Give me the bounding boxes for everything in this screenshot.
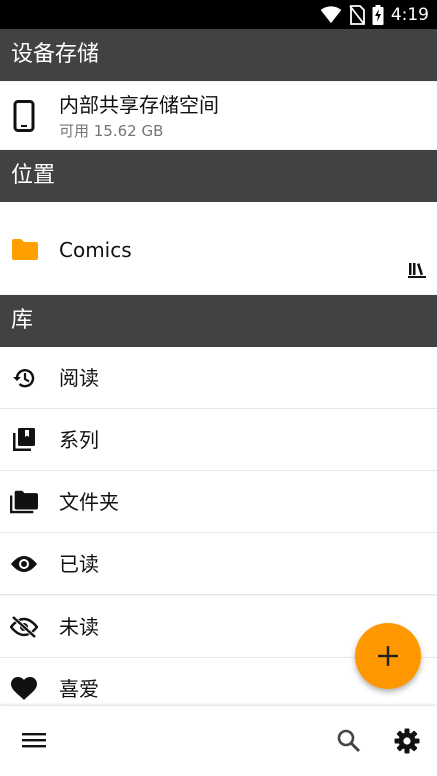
- library-item-label: 系列: [59, 428, 99, 452]
- heart-icon: [11, 677, 37, 700]
- no-sim-icon: [349, 5, 365, 25]
- library-books-icon: [408, 263, 426, 278]
- bottom-app-bar: [0, 706, 437, 776]
- folders-icon: [10, 490, 38, 514]
- storage-title: 内部共享存储空间: [59, 93, 219, 117]
- menu-icon[interactable]: [21, 730, 47, 750]
- storage-item-internal[interactable]: 内部共享存储空间 可用 15.62 GB: [0, 82, 437, 149]
- storage-available: 可用 15.62 GB: [59, 122, 164, 140]
- phone-icon: [13, 100, 35, 132]
- status-bar: 4:19: [0, 0, 437, 29]
- library-item-label: 文件夹: [59, 490, 119, 514]
- location-name: Comics: [59, 238, 132, 262]
- clock: 4:19: [390, 5, 429, 25]
- add-fab-button[interactable]: [355, 623, 421, 689]
- history-icon: [13, 369, 35, 388]
- library-item-label: 已读: [59, 552, 99, 576]
- eye-icon: [11, 556, 37, 572]
- eye-off-icon: [10, 615, 38, 639]
- library-item-label: 喜爱: [59, 677, 99, 701]
- folder-icon: [12, 239, 38, 260]
- library-item-reading[interactable]: 阅读: [0, 347, 437, 409]
- library-item-label: 未读: [59, 615, 99, 639]
- section-header-library: 库: [0, 295, 437, 347]
- gear-icon[interactable]: [394, 728, 420, 754]
- search-icon[interactable]: [336, 728, 362, 754]
- plus-icon: [378, 646, 398, 666]
- library-item-read[interactable]: 已读: [0, 533, 437, 595]
- battery-charging-icon: [372, 5, 384, 25]
- library-item-series[interactable]: 系列: [0, 409, 437, 471]
- library-item-folders[interactable]: 文件夹: [0, 471, 437, 533]
- location-item-comics[interactable]: Comics: [0, 202, 437, 294]
- section-header-locations: 位置: [0, 150, 437, 202]
- wifi-icon: [320, 6, 342, 24]
- series-book-icon: [13, 428, 35, 451]
- section-header-device-storage: 设备存储: [0, 29, 437, 81]
- library-item-label: 阅读: [59, 366, 99, 390]
